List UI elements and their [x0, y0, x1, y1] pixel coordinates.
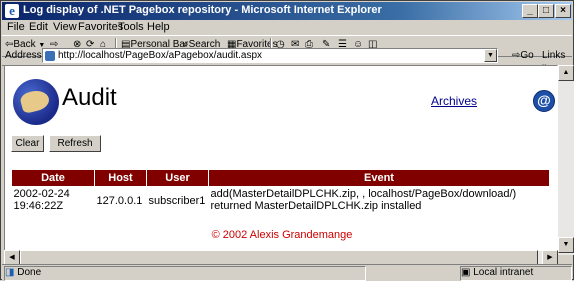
horizontal-scrollbar[interactable]: ◀ ▶	[4, 250, 558, 265]
zone-panel: ▣ Local intranet	[460, 266, 572, 281]
menu-file[interactable]: File	[7, 21, 25, 33]
address-input[interactable]: http://localhost/PageBox/aPagebox/audit.…	[42, 48, 498, 63]
scroll-left-icon[interactable]: ◀	[4, 250, 20, 265]
menu-help[interactable]: Help	[147, 21, 170, 33]
scroll-thumb[interactable]	[20, 250, 538, 265]
close-button[interactable]: ×	[555, 4, 571, 18]
audit-table: Date Host User Event 2002-02-24 19:46:22…	[11, 169, 550, 213]
at-mail-icon[interactable]: @	[533, 90, 555, 112]
go-button[interactable]: ⇨Go	[512, 50, 534, 61]
globe-logo-icon	[13, 79, 59, 125]
cell-host: 127.0.0.1	[96, 195, 143, 207]
column-header-date: Date	[11, 169, 95, 187]
clear-button[interactable]: Clear	[11, 135, 44, 152]
address-label: Address	[5, 50, 42, 61]
archives-link[interactable]: Archives	[431, 94, 477, 108]
page-content: Audit Archives @ Clear Refresh Date Host…	[4, 65, 558, 255]
scroll-right-icon[interactable]: ▶	[542, 250, 558, 265]
page-done-icon: ◨	[5, 267, 15, 278]
vertical-scrollbar[interactable]: ▲ ▼	[558, 65, 574, 255]
status-text: Done	[17, 267, 42, 278]
maximize-button[interactable]: □	[538, 4, 554, 18]
cell-event: add(MasterDetailDPLCHK.zip, , localhost/…	[210, 188, 517, 212]
menu-bar: File Edit View Favorites Tools Help	[2, 20, 572, 36]
window-title: Log display of .NET Pagebox repository -…	[23, 4, 382, 16]
menu-tools[interactable]: Tools	[118, 21, 144, 33]
table-row: 2002-02-24 19:46:22Z 127.0.0.1 subscribe…	[12, 187, 550, 214]
scroll-up-icon[interactable]: ▲	[558, 65, 574, 81]
status-panel: ◨ Done	[4, 266, 366, 281]
address-url: http://localhost/PageBox/aPagebox/audit.…	[58, 50, 263, 61]
copyright-footer: © 2002 Alexis Grandemange	[211, 229, 353, 241]
refresh-button[interactable]: Refresh	[49, 135, 101, 152]
scroll-down-icon[interactable]: ▼	[558, 237, 574, 253]
title-bar: e Log display of .NET Pagebox repository…	[2, 2, 572, 20]
address-dropdown-icon[interactable]: ▼	[484, 49, 497, 62]
address-bar: Address http://localhost/PageBox/aPagebo…	[2, 47, 572, 72]
cell-date: 2002-02-24 19:46:22Z	[13, 188, 70, 212]
column-header-host: Host	[94, 169, 147, 187]
menu-view[interactable]: View	[53, 21, 77, 33]
page-title: Audit	[62, 84, 117, 111]
zone-text: Local intranet	[473, 267, 534, 278]
column-header-event: Event	[208, 169, 550, 187]
menu-favorites[interactable]: Favorites	[78, 21, 123, 33]
menu-edit[interactable]: Edit	[29, 21, 48, 33]
column-header-user: User	[146, 169, 209, 187]
cell-user: subscriber1	[148, 195, 206, 207]
minimize-button[interactable]: _	[522, 4, 538, 18]
ie-logo-icon: e	[5, 4, 19, 18]
browser-window: e Log display of .NET Pagebox repository…	[0, 0, 574, 281]
status-bar: ◨ Done ▣ Local intranet	[2, 264, 572, 281]
intranet-icon: ▣	[461, 267, 471, 278]
page-icon	[45, 51, 55, 61]
